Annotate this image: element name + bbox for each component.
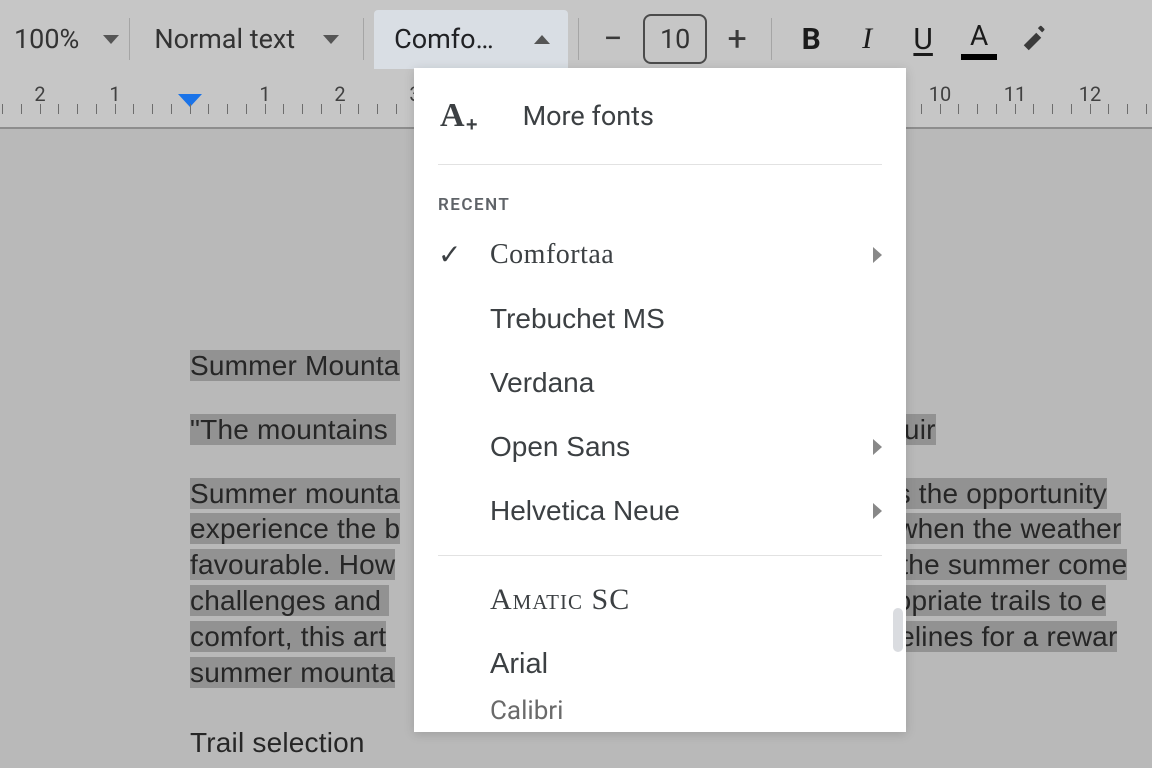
ruler-number: 11 <box>1004 82 1026 106</box>
document-text-selected: comfort, this art <box>190 621 386 652</box>
ruler-number: 2 <box>34 82 45 106</box>
font-option-label: Trebuchet MS <box>490 303 665 335</box>
document-text-selected: delines for a rewar <box>883 621 1117 652</box>
check-icon: ✓ <box>438 238 462 272</box>
font-option-calibri[interactable]: Calibri <box>414 696 906 726</box>
font-size-decrease[interactable]: − <box>593 19 633 59</box>
ruler-number: 1 <box>259 82 270 106</box>
document-text-selected: "The mountains <box>190 414 396 445</box>
more-fonts-icon: A+ <box>440 97 465 135</box>
ruler-number: 1 <box>109 82 120 106</box>
document-text-selected: uir <box>904 414 936 445</box>
document-text-selected: summer mounta <box>190 657 395 688</box>
font-option-label: Verdana <box>490 367 594 399</box>
document-text: Trail selection <box>190 727 365 758</box>
chevron-up-icon <box>534 35 550 44</box>
font-menu: A+ More fonts RECENT ✓ Comfortaa Trebuch… <box>414 68 906 732</box>
highlighter-icon <box>1020 24 1050 54</box>
text-color-swatch <box>961 54 997 60</box>
font-option-helvetica-neue[interactable]: Helvetica Neue <box>414 479 906 543</box>
font-family-dropdown[interactable]: Comfo… <box>374 10 568 69</box>
font-menu-section-recent: RECENT <box>414 177 906 223</box>
font-option-label: Open Sans <box>490 431 630 463</box>
ruler-number: 12 <box>1079 82 1101 106</box>
paragraph-style-dropdown[interactable]: Normal text <box>140 0 353 78</box>
chevron-down-icon <box>103 35 119 44</box>
document-text-selected: Summer mounta <box>190 478 400 509</box>
font-option-verdana[interactable]: Verdana <box>414 351 906 415</box>
bold-button[interactable]: B <box>786 16 836 62</box>
chevron-right-icon <box>873 503 882 519</box>
zoom-value: 100% <box>14 23 79 55</box>
italic-button[interactable]: I <box>842 16 892 62</box>
document-text-selected: when the weather <box>897 513 1121 544</box>
font-family-value: Comfo… <box>394 23 494 55</box>
ruler-number: 10 <box>929 82 951 106</box>
font-option-label: Arial <box>490 648 548 681</box>
chevron-right-icon <box>873 247 882 263</box>
toolbar-separator <box>129 18 130 60</box>
chevron-right-icon <box>873 439 882 455</box>
toolbar: 100% Normal text Comfo… − 10 + B I U A <box>0 0 1152 78</box>
toolbar-separator <box>363 18 364 60</box>
document-text-selected: s the opportunity <box>897 478 1107 509</box>
ruler-number: 2 <box>334 82 345 106</box>
font-option-label: Amatic SC <box>490 583 630 617</box>
menu-divider <box>438 164 882 165</box>
paragraph-style-value: Normal text <box>154 23 295 55</box>
menu-divider <box>438 555 882 556</box>
font-option-amatic-sc[interactable]: Amatic SC <box>414 568 906 632</box>
document-text-selected: favourable. How <box>190 549 395 580</box>
font-option-arial[interactable]: Arial <box>414 632 906 696</box>
font-size-increase[interactable]: + <box>717 19 757 59</box>
font-option-trebuchet[interactable]: Trebuchet MS <box>414 287 906 351</box>
chevron-down-icon <box>323 35 339 44</box>
document-text-selected: Summer Mounta <box>190 350 400 381</box>
toolbar-separator <box>578 18 579 60</box>
text-color-letter: A <box>970 19 988 52</box>
font-menu-more-fonts[interactable]: A+ More fonts <box>414 68 906 164</box>
underline-button[interactable]: U <box>898 16 948 62</box>
font-option-label: Comfortaa <box>490 239 614 271</box>
font-size-input[interactable]: 10 <box>643 14 707 64</box>
font-option-comfortaa[interactable]: ✓ Comfortaa <box>414 223 906 287</box>
text-color-button[interactable]: A <box>954 16 1004 62</box>
document-text-selected: challenges and <box>190 585 389 616</box>
toolbar-separator <box>771 18 772 60</box>
scrollbar-thumb[interactable] <box>893 608 903 652</box>
font-option-label: Calibri <box>490 696 563 726</box>
zoom-dropdown[interactable]: 100% <box>8 0 119 78</box>
document-text-selected: ropriate trails to e <box>886 585 1106 616</box>
highlight-button[interactable] <box>1010 16 1060 62</box>
document-text-selected: the summer come <box>892 549 1127 580</box>
document-text-selected: experience the b <box>190 513 400 544</box>
font-menu-more-label: More fonts <box>523 100 654 132</box>
font-option-open-sans[interactable]: Open Sans <box>414 415 906 479</box>
font-option-label: Helvetica Neue <box>490 495 680 527</box>
